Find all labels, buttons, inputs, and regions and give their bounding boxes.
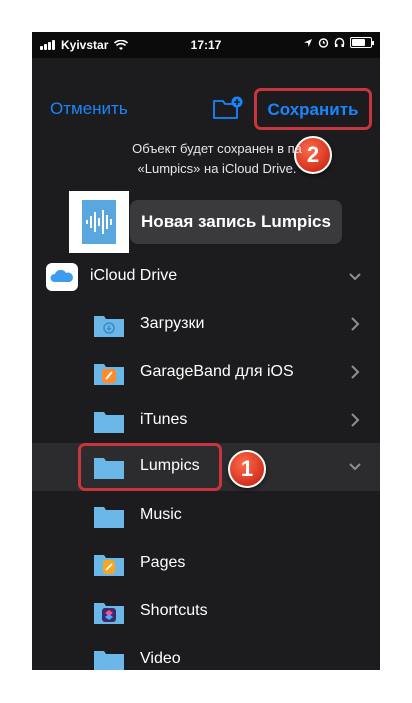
file-thumbnail [69, 191, 129, 253]
folder-icon [94, 651, 124, 670]
chevron-right-icon[interactable] [348, 363, 362, 381]
folder-row-itunes[interactable]: iTunes [32, 397, 380, 445]
info-line-2: «Lumpics» на iCloud Drive. [137, 161, 297, 176]
folder-row-pages[interactable]: Pages [32, 540, 380, 588]
lumpics-highlight [78, 443, 222, 491]
folder-label: Pages [140, 554, 186, 571]
shortcuts-folder-icon [94, 603, 124, 624]
cancel-button[interactable]: Отменить [50, 99, 128, 119]
folder-row-video[interactable]: Video [32, 636, 380, 670]
chevron-right-icon[interactable] [348, 315, 362, 333]
folder-label: Загрузки [140, 315, 205, 332]
icloud-drive-row[interactable]: iCloud Drive [32, 253, 380, 301]
new-folder-icon[interactable] [213, 96, 243, 120]
chevron-down-icon[interactable] [348, 459, 362, 477]
audio-waveform-icon [82, 200, 116, 244]
file-name-field[interactable]: Новая запись Lumpics [130, 200, 342, 244]
icloud-drive-label: iCloud Drive [90, 267, 178, 284]
chevron-down-icon[interactable] [348, 269, 362, 287]
folder-row-shortcuts[interactable]: Shortcuts [32, 588, 380, 636]
downloads-folder-icon [94, 316, 124, 337]
folder-row-garageband[interactable]: GarageBand для iOS [32, 349, 380, 397]
save-button-highlight[interactable]: Сохранить [254, 88, 372, 130]
folder-row-downloads[interactable]: Загрузки [32, 301, 380, 349]
icloud-icon [46, 263, 78, 291]
battery-icon [350, 37, 374, 48]
folder-icon [94, 507, 124, 528]
headphones-icon [334, 37, 345, 47]
folder-label: Video [140, 650, 181, 667]
garageband-folder-icon [94, 364, 124, 385]
status-bar: Kyivstar 17:17 [32, 32, 380, 58]
folder-label: iTunes [140, 411, 188, 428]
save-button[interactable]: Сохранить [257, 100, 369, 120]
folder-label: Shortcuts [140, 602, 208, 619]
folder-icon [94, 412, 124, 433]
chevron-right-icon[interactable] [348, 411, 362, 429]
location-icon [304, 38, 312, 47]
folder-row-music[interactable]: Music [32, 492, 380, 540]
folder-label: Music [140, 506, 182, 523]
alarm-icon [318, 38, 329, 48]
info-line-1: Объект будет сохранен в па [132, 141, 302, 156]
step-1-badge: 1 [228, 450, 266, 488]
folder-label: GarageBand для iOS [140, 363, 294, 380]
pages-folder-icon [94, 555, 124, 576]
phone-screen: Kyivstar 17:17 Отменить Сохранить 2 Объе… [32, 32, 380, 670]
save-info-text: Объект будет сохранен в па «Lumpics» на … [82, 139, 352, 179]
